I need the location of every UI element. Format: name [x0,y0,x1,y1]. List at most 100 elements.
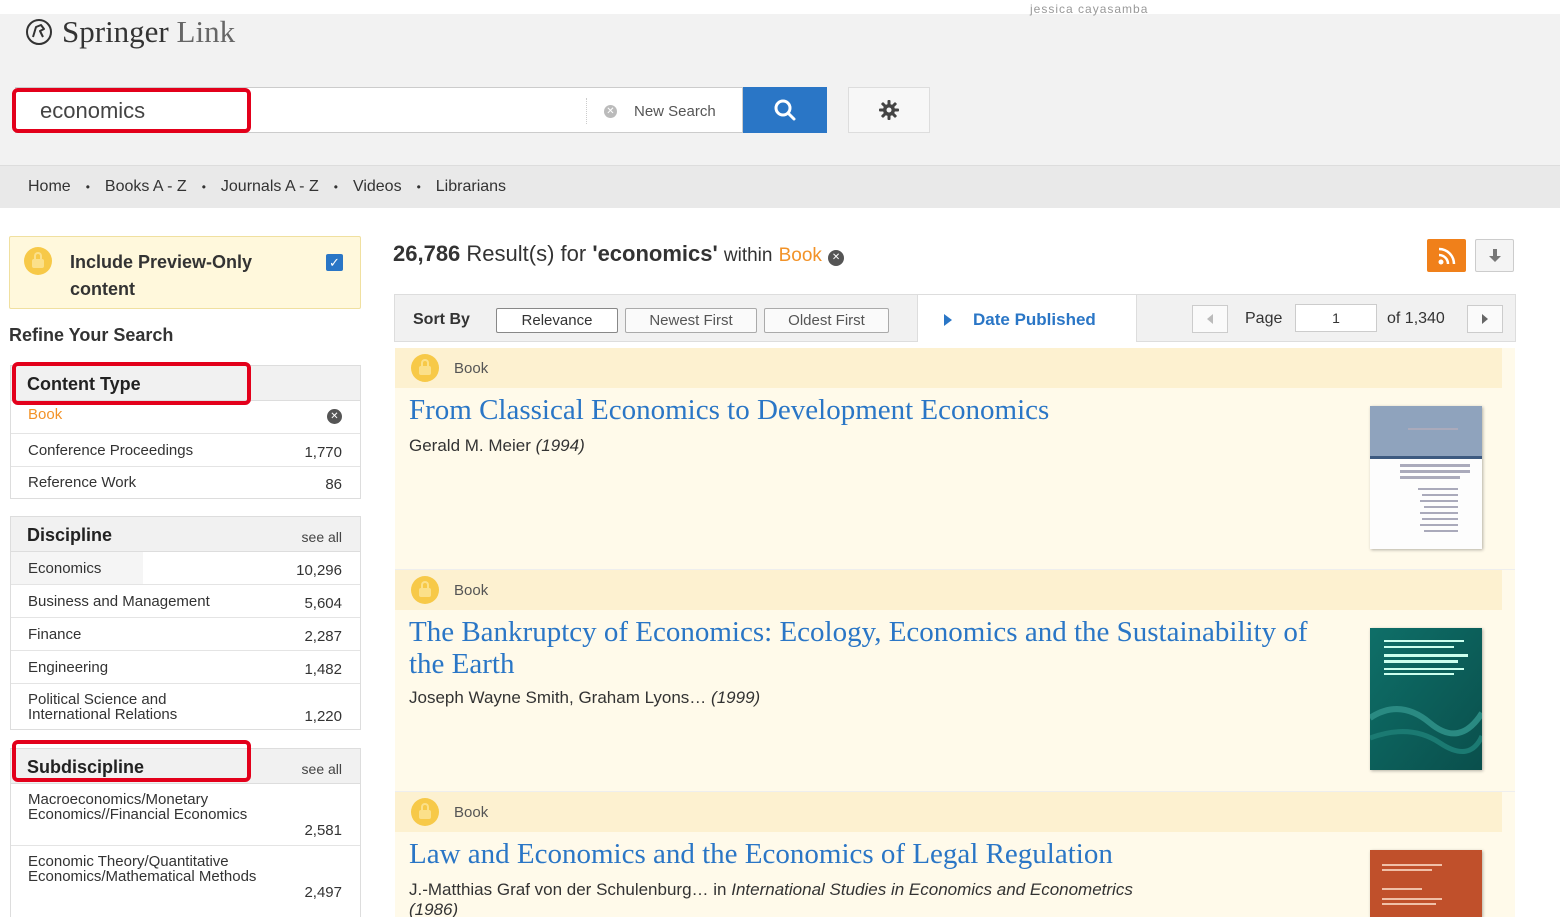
result-year: (1999) [711,688,761,707]
sort-newest-button[interactable]: Newest First [625,308,757,333]
facet-item-conference-proceedings[interactable]: Conference Proceedings 1,770 [11,434,360,467]
result-type-label: Book [454,582,489,599]
rss-button[interactable] [1427,239,1466,272]
result-item: Book The Bankruptcy of Economics: Ecolog… [395,570,1515,792]
result-author-names[interactable]: J.-Matthias Graf von der Schulenburg… [409,880,709,899]
result-title-link[interactable]: Law and Economics and the Economics of L… [409,838,1339,870]
gear-icon [879,100,899,120]
sort-relevance-button[interactable]: Relevance [496,308,618,333]
book-cover-image[interactable] [1370,628,1482,770]
sort-bar: Sort By Relevance Newest First Oldest Fi… [394,294,1516,342]
facet-item-count: 5,604 [304,595,342,612]
nav-home[interactable]: Home [28,178,71,196]
nav-journals-a-z[interactable]: Journals A - Z [221,178,319,196]
result-title-link[interactable]: From Classical Economics to Development … [409,394,1339,426]
facet-discipline: Discipline see all Economics 10,296 Busi… [10,516,361,730]
facet-item-label: Finance [28,626,82,643]
settings-button[interactable] [848,87,930,133]
result-type-label: Book [454,360,489,377]
remove-filter-icon[interactable]: ✕ [327,409,342,424]
clear-search-icon[interactable]: ✕ [604,105,617,118]
springer-link-logo[interactable]: Springer Link [24,14,235,50]
sort-oldest-button[interactable]: Oldest First [764,308,889,333]
facet-item-label: Book [28,406,63,423]
chevron-right-icon [1482,314,1488,324]
result-authors: J.-Matthias Graf von der Schulenburg… in… [409,880,1339,917]
page-total: of 1,340 [1387,310,1445,327]
result-type-bar: Book [395,792,1502,832]
nav-separator: • [85,180,90,194]
content-type-highlight-box [12,362,251,405]
result-author-names[interactable]: Joseph Wayne Smith, Graham Lyons… [409,688,706,707]
nav-separator: • [416,180,421,194]
facet-item-label: Economics [28,560,102,577]
search-divider [586,98,587,124]
nav-librarians[interactable]: Librarians [436,178,506,196]
see-all-link[interactable]: see all [302,761,342,777]
facet-item-count: 2,581 [304,822,342,839]
lock-icon [411,798,439,826]
facet-item-economics[interactable]: Economics 10,296 [11,552,360,585]
result-series-link[interactable]: International Studies in Economics and E… [731,880,1133,899]
user-name[interactable]: jessica cayasamba [1030,2,1148,16]
preview-only-checkbox[interactable]: ✓ [326,254,343,271]
facet-item-business-management[interactable]: Business and Management 5,604 [11,585,360,618]
results-count: 26,786 Result(s) for 'economics' within … [393,241,845,267]
result-authors: Joseph Wayne Smith, Graham Lyons… (1999) [409,688,1339,708]
result-item: Book Law and Economics and the Economics… [395,792,1515,917]
search-button[interactable] [743,87,827,133]
chevron-left-icon [1207,314,1213,324]
remove-filter-icon[interactable]: ✕ [828,250,845,266]
results-number: 26,786 [393,241,461,266]
facet-item-reference-work[interactable]: Reference Work 86 [11,467,360,499]
facet-item-count: 86 [325,476,342,493]
book-cover-image[interactable] [1370,406,1482,549]
preview-only-toggle[interactable]: Include Preview-Only content ✓ [9,236,361,309]
result-year: (1986) [409,900,459,917]
facet-item-book-selected[interactable]: Book ✕ [11,401,360,434]
facet-item-label: Reference Work [28,474,137,491]
page-number-input[interactable]: 1 [1295,304,1377,332]
facet-item-count: 2,287 [304,628,342,645]
play-triangle-icon [944,314,952,326]
prev-page-button[interactable] [1192,305,1228,333]
sort-by-label: Sort By [413,311,470,328]
date-published-toggle[interactable]: Date Published [917,295,1137,342]
book-cover-image[interactable] [1370,850,1482,917]
result-type-bar: Book [395,570,1502,610]
results-within: within [723,245,773,266]
search-highlight-box [12,88,251,133]
preview-only-label: Include Preview-Only content [70,252,253,299]
result-authors: Gerald M. Meier (1994) [409,436,1339,456]
facet-item-economic-theory[interactable]: Economic Theory/Quantitative Economics/M… [11,846,360,908]
download-icon [1488,248,1501,262]
new-search-link[interactable]: New Search [634,103,716,120]
nav-separator: • [333,180,338,194]
main-nav: Home • Books A - Z • Journals A - Z • Vi… [0,165,1560,208]
result-in-label: in [713,880,727,899]
download-button[interactable] [1475,239,1514,272]
nav-books-a-z[interactable]: Books A - Z [105,178,187,196]
facet-item-finance[interactable]: Finance 2,287 [11,618,360,651]
lock-icon [411,576,439,604]
facet-item-political-science[interactable]: Political Science and International Rela… [11,684,360,730]
facet-item-engineering[interactable]: Engineering 1,482 [11,651,360,684]
facet-item-count: 1,770 [304,444,342,461]
nav-videos[interactable]: Videos [353,178,402,196]
next-page-button[interactable] [1467,305,1503,333]
lock-icon [24,247,52,275]
results-query: 'economics' [592,241,718,266]
result-year: (1994) [535,436,585,455]
facet-item-macroeconomics[interactable]: Macroeconomics/Monetary Economics//Finan… [11,784,360,846]
result-title-link[interactable]: The Bankruptcy of Economics: Ecology, Ec… [409,616,1339,680]
result-author-names[interactable]: Gerald M. Meier [409,436,531,455]
facet-item-count: 1,220 [304,708,342,725]
facet-item-label: Economic Theory/Quantitative Economics/M… [28,853,257,885]
refine-search-title: Refine Your Search [9,325,174,345]
springer-horse-icon [26,19,52,45]
results-filter[interactable]: Book [779,245,822,266]
facet-item-count: 1,482 [304,661,342,678]
facet-item-label: Political Science and International Rela… [28,691,178,723]
facet-item-label: Conference Proceedings [28,442,194,459]
see-all-link[interactable]: see all [302,529,342,545]
